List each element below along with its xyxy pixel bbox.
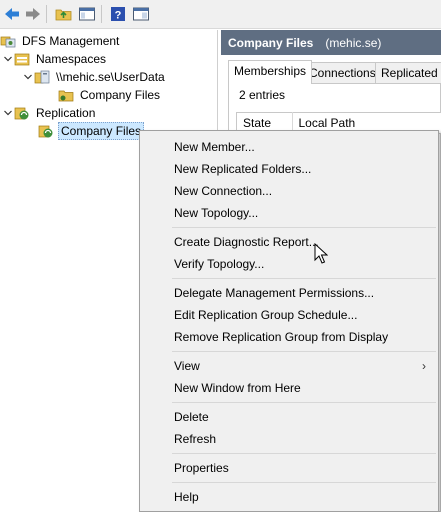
help-icon[interactable]: ? [108,4,128,24]
menu-item-new-connection[interactable]: New Connection... [142,180,436,202]
dfs-management-icon [0,33,16,49]
menu-item-remove-from-display[interactable]: Remove Replication Group from Display [142,326,436,348]
menu-separator [172,402,436,403]
details-header: Company Files (mehic.se) [221,30,441,55]
chevron-down-icon[interactable] [22,68,34,86]
menu-item-create-diagnostic-report[interactable]: Create Diagnostic Report... [142,231,436,253]
menu-item-refresh[interactable]: Refresh [142,428,436,450]
menu-item-edit-schedule[interactable]: Edit Replication Group Schedule... [142,304,436,326]
tree-node-replication-group[interactable]: Company Files [38,122,145,140]
menu-item-delegate-permissions[interactable]: Delegate Management Permissions... [142,282,436,304]
submenu-arrow-icon: › [422,359,426,373]
menu-item-help[interactable]: Help [142,486,436,508]
toolbar-separator [101,5,102,23]
console-tree-icon[interactable] [77,4,97,24]
tree-node-namespaces[interactable]: Namespaces [2,50,108,68]
namespaces-icon [14,51,30,67]
tree-node-replication[interactable]: Replication [2,104,97,122]
menu-item-view[interactable]: View › [142,355,436,377]
replication-icon [14,105,30,121]
tree-node-namespace-folder[interactable]: Company Files [58,86,162,104]
tab-strip: Memberships Connections Replicated Fo [228,60,441,84]
menu-item-new-member[interactable]: New Member... [142,136,436,158]
context-menu: New Member... New Replicated Folders... … [139,130,439,512]
details-subtitle: (mehic.se) [325,35,382,50]
menu-item-view-label: View [174,359,200,373]
tree-node-dfs-management[interactable]: DFS Management [0,32,121,50]
menu-separator [172,482,436,483]
svg-text:?: ? [115,10,122,22]
shared-folder-icon [58,87,74,103]
menu-item-properties[interactable]: Properties [142,457,436,479]
menu-separator [172,351,436,352]
entries-count: 2 entries [239,88,286,102]
mouse-cursor-icon [314,242,329,268]
menu-item-new-replicated-folders[interactable]: New Replicated Folders... [142,158,436,180]
menu-separator [172,278,436,279]
tab-memberships[interactable]: Memberships [228,60,313,84]
menu-separator [172,453,436,454]
properties-pane-icon[interactable] [131,4,151,24]
up-folder-icon[interactable] [54,4,74,24]
chevron-down-icon[interactable] [2,104,14,122]
toolbar: ? [0,0,441,29]
menu-item-delete[interactable]: Delete [142,406,436,428]
menu-item-new-window[interactable]: New Window from Here [142,377,436,399]
details-title: Company Files [228,35,314,50]
menu-separator [172,227,436,228]
menu-item-verify-topology[interactable]: Verify Topology... [142,253,436,275]
tab-replicated-folders[interactable]: Replicated Fo [375,62,441,83]
forward-arrow-icon[interactable] [23,4,43,24]
replication-group-icon [38,123,54,139]
namespace-server-icon [34,69,50,85]
back-arrow-icon[interactable] [2,4,22,24]
tree-node-namespace-path[interactable]: \\mehic.se\UserData [22,68,167,86]
toolbar-separator [46,5,47,23]
menu-item-new-topology[interactable]: New Topology... [142,202,436,224]
tab-connections[interactable]: Connections [303,62,382,83]
chevron-down-icon[interactable] [2,50,14,68]
